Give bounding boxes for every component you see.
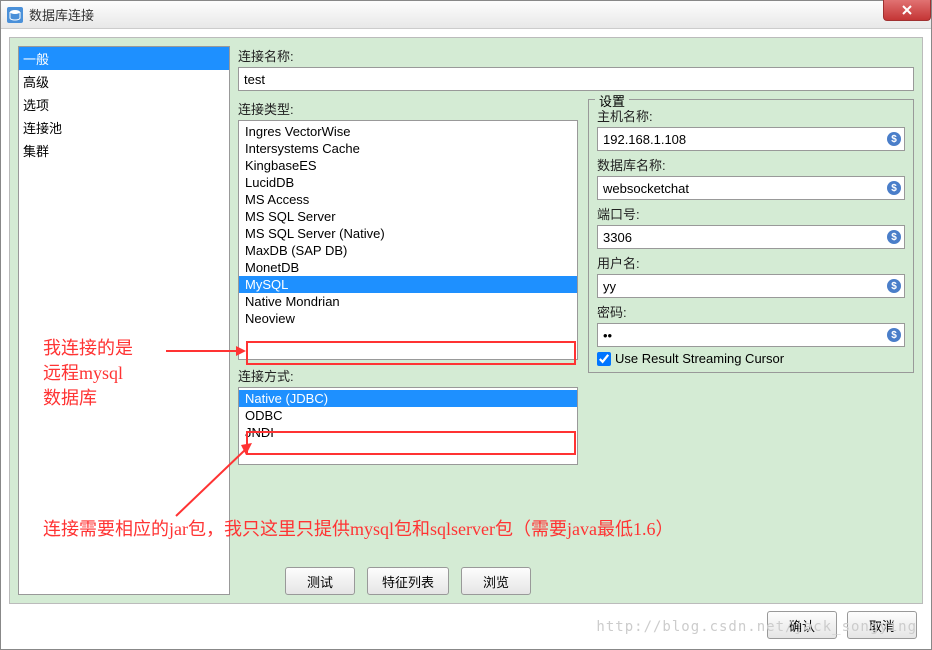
variable-icon[interactable]: $ bbox=[887, 328, 901, 342]
category-sidebar: 一般 高级 选项 连接池 集群 bbox=[18, 46, 230, 595]
sidebar-item-cluster[interactable]: 集群 bbox=[19, 139, 229, 162]
connection-type-label: 连接类型: bbox=[238, 99, 578, 118]
settings-legend: 设置 bbox=[595, 91, 629, 110]
close-button[interactable] bbox=[883, 0, 931, 21]
test-button[interactable]: 测试 bbox=[285, 567, 355, 595]
feature-list-button[interactable]: 特征列表 bbox=[367, 567, 449, 595]
list-item[interactable]: Native Mondrian bbox=[239, 293, 577, 310]
database-icon bbox=[7, 7, 23, 23]
titlebar: 数据库连接 bbox=[1, 1, 931, 29]
list-item[interactable]: Ingres VectorWise bbox=[239, 123, 577, 140]
list-item[interactable]: MaxDB (SAP DB) bbox=[239, 242, 577, 259]
connection-method-list[interactable]: Native (JDBC) ODBC JNDI bbox=[238, 387, 578, 465]
username-input[interactable] bbox=[597, 274, 905, 298]
connection-name-label: 连接名称: bbox=[238, 46, 914, 65]
sidebar-item-advanced[interactable]: 高级 bbox=[19, 70, 229, 93]
list-item[interactable]: MS SQL Server (Native) bbox=[239, 225, 577, 242]
list-item[interactable]: Neoview bbox=[239, 310, 577, 327]
sidebar-item-general[interactable]: 一般 bbox=[19, 47, 229, 70]
variable-icon[interactable]: $ bbox=[887, 132, 901, 146]
database-label: 数据库名称: bbox=[597, 155, 905, 174]
list-item[interactable]: MonetDB bbox=[239, 259, 577, 276]
password-label: 密码: bbox=[597, 302, 905, 321]
port-input[interactable] bbox=[597, 225, 905, 249]
main-panel: 连接名称: 连接类型: Ingres VectorWise Intersyste… bbox=[238, 46, 914, 559]
list-item[interactable]: KingbaseES bbox=[239, 157, 577, 174]
list-item[interactable]: Intersystems Cache bbox=[239, 140, 577, 157]
host-input[interactable] bbox=[597, 127, 905, 151]
list-item[interactable]: LucidDB bbox=[239, 174, 577, 191]
method-item-odbc[interactable]: ODBC bbox=[239, 407, 577, 424]
streaming-label: Use Result Streaming Cursor bbox=[615, 351, 784, 366]
sidebar-item-options[interactable]: 选项 bbox=[19, 93, 229, 116]
action-buttons: 测试 特征列表 浏览 bbox=[238, 567, 578, 595]
list-item[interactable]: MS Access bbox=[239, 191, 577, 208]
streaming-checkbox[interactable] bbox=[597, 352, 611, 366]
password-input[interactable] bbox=[597, 323, 905, 347]
connection-type-list[interactable]: Ingres VectorWise Intersystems Cache Kin… bbox=[238, 120, 578, 360]
database-input[interactable] bbox=[597, 176, 905, 200]
content-area: 一般 高级 选项 连接池 集群 连接名称: 连接类型: Ingres Vecto… bbox=[9, 37, 923, 604]
variable-icon[interactable]: $ bbox=[887, 181, 901, 195]
variable-icon[interactable]: $ bbox=[887, 230, 901, 244]
connection-method-label: 连接方式: bbox=[238, 366, 578, 385]
dialog-window: 数据库连接 一般 高级 选项 连接池 集群 连接名称: 连接类型: Ingres… bbox=[0, 0, 932, 650]
method-item-native[interactable]: Native (JDBC) bbox=[239, 390, 577, 407]
connection-name-input[interactable] bbox=[238, 67, 914, 91]
port-label: 端口号: bbox=[597, 204, 905, 223]
username-label: 用户名: bbox=[597, 253, 905, 272]
list-item-mysql[interactable]: MySQL bbox=[239, 276, 577, 293]
sidebar-item-pool[interactable]: 连接池 bbox=[19, 116, 229, 139]
list-item[interactable]: MS SQL Server bbox=[239, 208, 577, 225]
browse-button[interactable]: 浏览 bbox=[461, 567, 531, 595]
watermark-text: http://blog.csdn.net/jack_songying bbox=[596, 619, 917, 635]
host-label: 主机名称: bbox=[597, 106, 905, 125]
variable-icon[interactable]: $ bbox=[887, 279, 901, 293]
method-item-jndi[interactable]: JNDI bbox=[239, 424, 577, 441]
window-title: 数据库连接 bbox=[29, 5, 94, 24]
settings-fieldset: 设置 主机名称: $ 数据库名称: $ 端口号: bbox=[588, 99, 914, 373]
